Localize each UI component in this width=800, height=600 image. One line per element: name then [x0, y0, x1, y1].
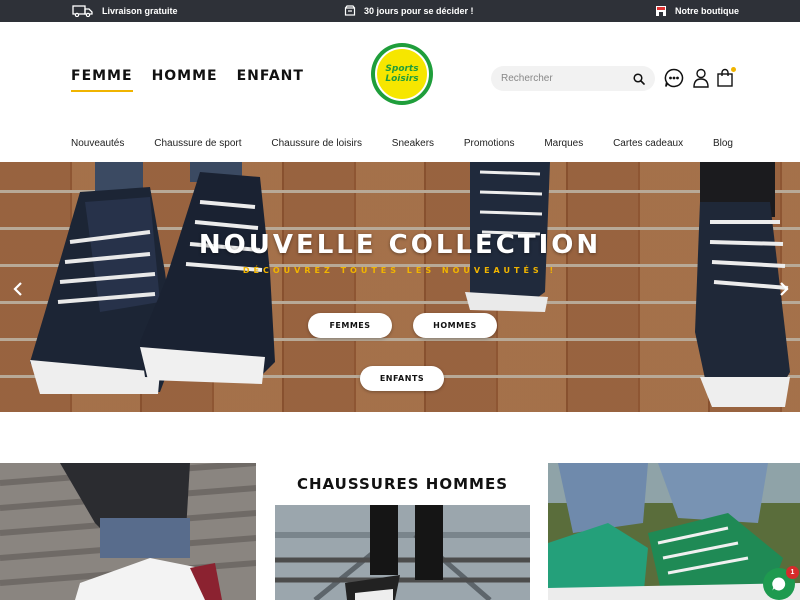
category-nouveautes[interactable]: Nouveautés — [71, 138, 124, 149]
returns-text: 30 jours pour se décider ! — [364, 6, 474, 16]
cart-indicator — [731, 67, 736, 72]
chat-icon — [664, 68, 684, 88]
category-blog[interactable]: Blog — [713, 138, 733, 149]
category-card-right[interactable] — [548, 463, 800, 600]
category-chaussure-de-loisirs[interactable]: Chaussure de loisirs — [271, 138, 362, 149]
chat-notification-badge: 1 — [786, 566, 799, 579]
hero-prev-arrow[interactable] — [11, 280, 25, 298]
store-link[interactable]: Notre boutique — [655, 0, 739, 22]
search-bar — [491, 66, 655, 91]
cart-button[interactable] — [714, 67, 736, 89]
shipping-info: Livraison gratuite — [72, 0, 178, 22]
logo-line-1: Sports — [385, 64, 419, 74]
nav-enfant[interactable]: ENFANT — [237, 68, 304, 92]
shipping-text: Livraison gratuite — [102, 6, 178, 16]
store-text[interactable]: Notre boutique — [675, 6, 739, 16]
returns-info: 30 jours pour se décider ! — [344, 0, 474, 22]
nav-femme[interactable]: FEMME — [71, 68, 133, 92]
chat-bubble-icon — [772, 577, 786, 591]
hero-title: NOUVELLE COLLECTION — [198, 230, 602, 260]
logo-line-2: Loisirs — [385, 74, 419, 84]
nav-homme[interactable]: HOMME — [152, 68, 218, 92]
category-image-kids — [548, 463, 800, 600]
chevron-right-icon — [780, 282, 789, 296]
hero-subtitle: DÉCOUVREZ TOUTES LES NOUVEAUTÉS ! — [242, 266, 558, 275]
section-heading-men: CHAUSSURES HOMMES — [296, 475, 509, 493]
category-sneakers[interactable]: Sneakers — [392, 138, 434, 149]
user-icon — [693, 68, 709, 88]
category-chaussure-de-sport[interactable]: Chaussure de sport — [154, 138, 241, 149]
category-marques[interactable]: Marques — [544, 138, 583, 149]
gender-nav: FEMME HOMME ENFANT — [71, 68, 304, 92]
chat-button[interactable] — [663, 67, 685, 89]
category-card-left[interactable] — [0, 463, 256, 600]
category-promotions[interactable]: Promotions — [464, 138, 515, 149]
search-icon[interactable] — [633, 72, 645, 85]
category-card-men[interactable] — [275, 505, 530, 600]
category-nav: Nouveautés Chaussure de sport Chaussure … — [71, 138, 733, 149]
hero-women-button[interactable]: FEMMES — [308, 313, 392, 338]
search-input[interactable] — [501, 73, 633, 84]
store-icon — [656, 6, 666, 16]
site-logo[interactable]: Sports Loisirs — [371, 43, 433, 105]
top-announcement-bar: Livraison gratuite 30 jours pour se déci… — [0, 0, 800, 22]
category-image-men — [275, 505, 530, 600]
return-box-icon — [344, 5, 356, 16]
account-button[interactable] — [690, 67, 712, 89]
hero-men-button[interactable]: HOMMES — [413, 313, 497, 338]
chevron-left-icon — [13, 282, 22, 296]
truck-icon — [72, 5, 93, 17]
category-cartes-cadeaux[interactable]: Cartes cadeaux — [613, 138, 683, 149]
category-image-women — [0, 463, 256, 600]
hero-next-arrow[interactable] — [777, 280, 791, 298]
hero-kids-button[interactable]: ENFANTS — [360, 366, 444, 391]
logo-badge: Sports Loisirs — [375, 47, 429, 101]
